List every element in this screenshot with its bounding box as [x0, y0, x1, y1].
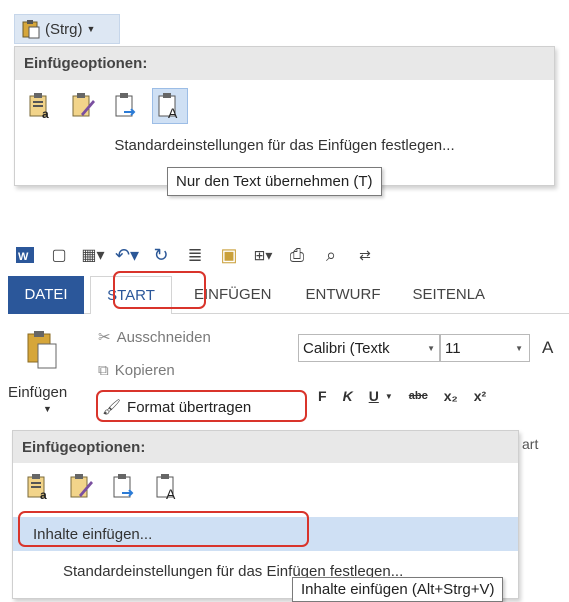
paste-clipboard-icon — [26, 330, 66, 370]
cut-button[interactable]: ✂ Ausschneiden — [98, 328, 211, 347]
strikethrough-button[interactable]: abc — [409, 390, 428, 402]
svg-text:A: A — [166, 486, 176, 501]
keep-source-formatting-icon[interactable]: a — [21, 469, 57, 505]
picture-paste-icon[interactable] — [109, 88, 145, 124]
start-tab-highlight — [113, 271, 206, 309]
redo-icon[interactable]: ↻ — [150, 244, 172, 266]
font-name-select[interactable]: Calibri (Textk ▼ — [298, 334, 440, 362]
grid-icon[interactable]: ⊞▾ — [252, 244, 274, 266]
grow-font-button[interactable]: A — [542, 338, 553, 358]
keep-source-formatting-icon[interactable]: a — [23, 88, 59, 124]
superscript-button[interactable]: x² — [474, 388, 486, 404]
preview-icon[interactable]: ⌕ — [320, 244, 342, 266]
ribbon-tabs: DATEI START EINFÜGEN ENTWURF SEITENLA — [8, 275, 569, 314]
word-logo-icon: W — [14, 244, 36, 266]
paste-quick-icon[interactable]: ▣ — [218, 244, 240, 266]
italic-button[interactable]: K — [343, 388, 353, 404]
format-painter-highlight — [96, 390, 307, 422]
copy-label: Kopieren — [114, 362, 175, 379]
set-default-paste-item[interactable]: Standardeinstellungen für das Einfügen f… — [15, 137, 554, 154]
menu-header: Einfügeoptionen: — [15, 47, 554, 80]
svg-text:a: a — [42, 107, 49, 120]
svg-text:W: W — [18, 251, 29, 263]
merge-formatting-icon[interactable] — [66, 88, 102, 124]
svg-text:a: a — [40, 488, 47, 501]
chevron-down-icon[interactable]: ▼ — [385, 392, 393, 401]
paste-special-highlight — [18, 511, 309, 547]
paragraph-icon[interactable]: ≣ — [184, 244, 206, 266]
paste-options-menu: Einfügeoptionen: a A Standardeinstellung… — [14, 46, 555, 186]
paste-big-button[interactable] — [16, 322, 66, 370]
compare-icon[interactable]: ⇄ — [354, 244, 376, 266]
cut-label: Ausschneiden — [116, 328, 211, 346]
screenshot-icon[interactable]: ⎙ — [286, 244, 308, 266]
font-size-value: 11 — [445, 339, 461, 357]
chevron-down-icon: ▼ — [427, 343, 435, 353]
paste-dropdown-arrow-icon[interactable]: ▼ — [43, 404, 52, 414]
subscript-button[interactable]: x₂ — [444, 388, 458, 404]
text-only-icon[interactable]: A — [152, 88, 188, 124]
copy-button[interactable]: ⧉ Kopieren — [98, 362, 175, 379]
tab-layout[interactable]: SEITENLA — [399, 276, 500, 314]
svg-text:A: A — [168, 105, 178, 120]
undo-icon[interactable]: ↶▾ — [115, 244, 139, 266]
save-icon[interactable]: ▢ — [48, 244, 70, 266]
copy-icon: ⧉ — [98, 362, 109, 379]
group-label: art — [522, 436, 539, 452]
picture-paste-icon[interactable] — [107, 469, 143, 505]
tooltip: Nur den Text übernehmen (T) — [167, 167, 382, 196]
tooltip: Inhalte einfügen (Alt+Strg+V) — [292, 577, 504, 602]
format-buttons: F K U ▼ abc x₂ x² — [318, 388, 486, 404]
text-only-icon[interactable]: A — [150, 469, 186, 505]
chevron-down-icon: ▼ — [515, 343, 523, 353]
clipboard-icon — [21, 19, 41, 39]
tab-design[interactable]: ENTWURF — [292, 276, 395, 314]
tab-file[interactable]: DATEI — [8, 275, 84, 314]
quick-access-toolbar: W ▢ ▦▾ ↶▾ ↻ ≣ ▣ ⊞▾ ⎙ ⌕ ⇄ — [8, 239, 569, 271]
font-size-select[interactable]: 11 ▼ — [440, 334, 530, 362]
font-name-value: Calibri (Textk — [303, 339, 390, 357]
menu-header: Einfügeoptionen: — [13, 431, 518, 463]
chevron-down-icon: ▼ — [86, 24, 96, 34]
scissors-icon: ✂ — [98, 329, 111, 346]
table-icon[interactable]: ▦▾ — [81, 244, 104, 266]
underline-button[interactable]: U — [369, 388, 379, 404]
paste-options-button[interactable]: (Strg) ▼ — [14, 14, 120, 44]
paste-label[interactable]: Einfügen — [8, 384, 67, 401]
ctrl-label: (Strg) — [45, 20, 83, 38]
bold-button[interactable]: F — [318, 388, 327, 404]
merge-formatting-icon[interactable] — [64, 469, 100, 505]
